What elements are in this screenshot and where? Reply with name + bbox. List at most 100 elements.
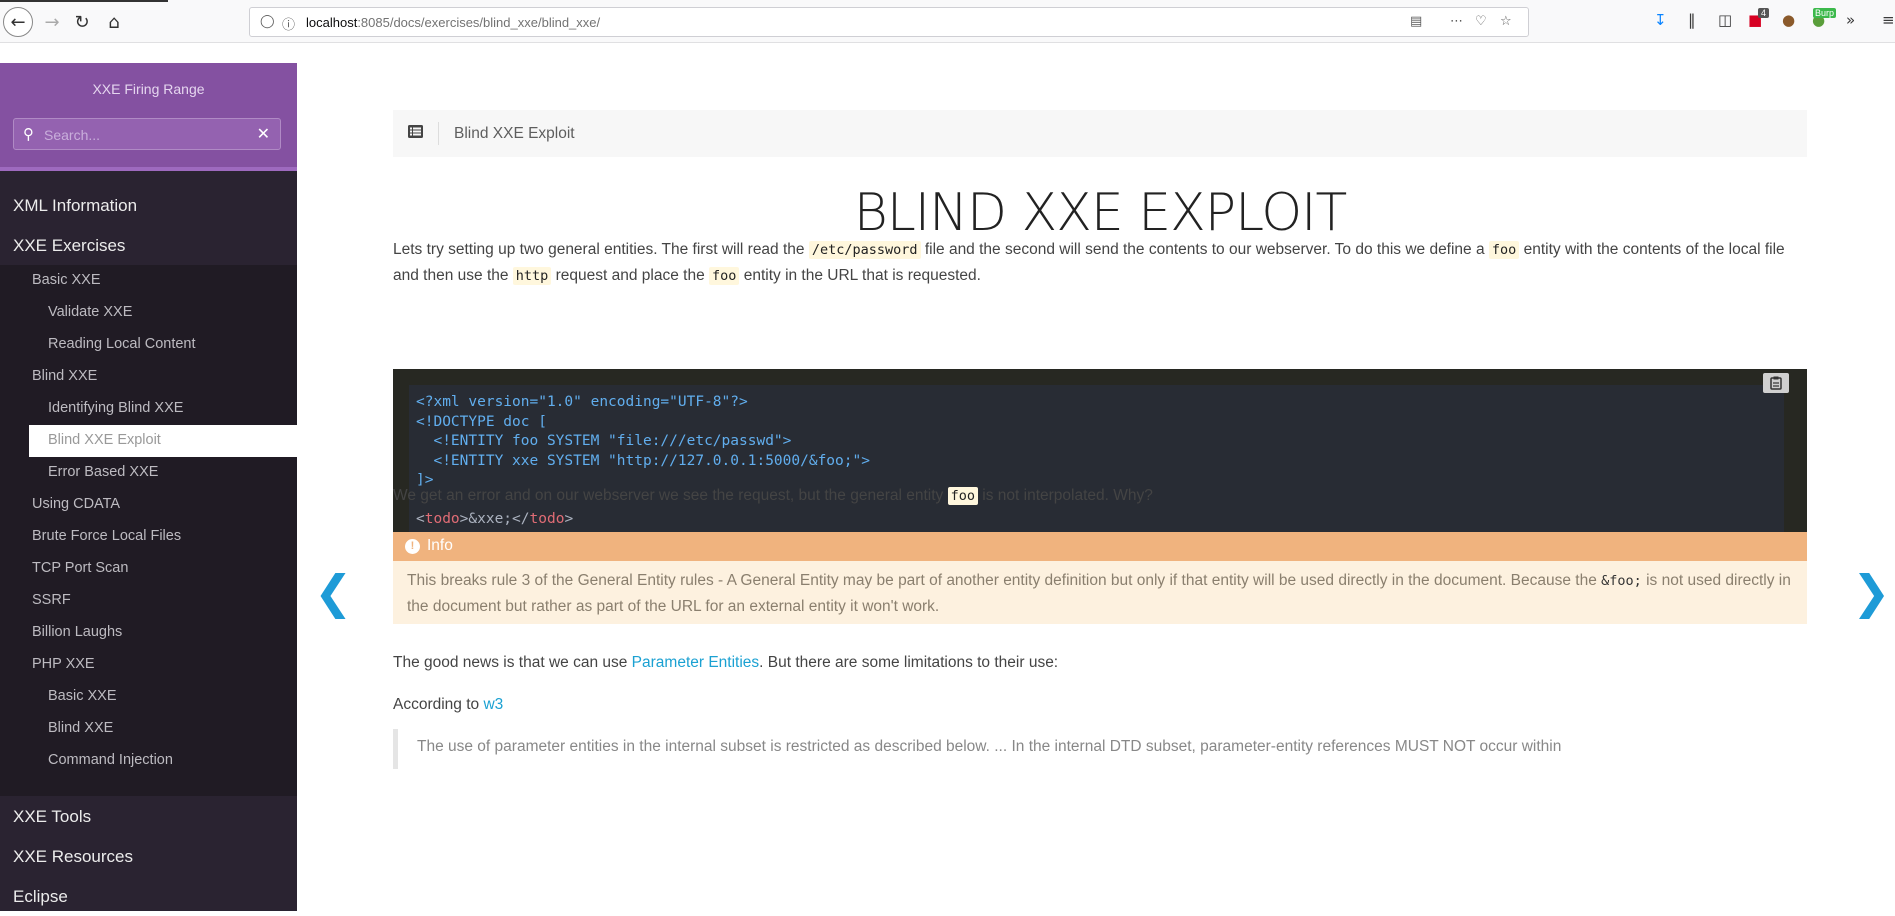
paragraph-according-to: According to w3 [393,692,1807,717]
sidebar-item-blind-xxe[interactable]: Blind XXE [0,361,297,393]
back-icon[interactable]: ← [3,7,33,37]
overflow-menu-icon[interactable]: » [1846,11,1855,29]
url-path: :8085/docs/exercises/blind_xxe/blind_xxe… [357,15,601,30]
sidebar-item-billion-laughs[interactable]: Billion Laughs [0,617,297,649]
info-notice-header: ! Info [393,532,1807,561]
divider [438,122,439,145]
parameter-entities-link[interactable]: Parameter Entities [632,654,760,671]
blockquote: The use of parameter entities in the int… [393,729,1807,769]
sidebar-item-identifying-blind-xxe[interactable]: Identifying Blind XXE [0,393,297,425]
hamburger-menu-icon[interactable]: ≡ [1882,11,1895,29]
text: request and place the [551,267,710,284]
sidebar-item-php-xxe[interactable]: PHP XXE [0,649,297,681]
sidebar-item-validate-xxe[interactable]: Validate XXE [0,297,297,329]
copy-code-button[interactable] [1763,373,1789,393]
search-icon: ⚲ [23,125,34,143]
sidebar-item-ssrf[interactable]: SSRF [0,585,297,617]
inline-code: foo [1488,241,1520,259]
paragraph-good-news: The good news is that we can use Paramet… [393,650,1807,675]
info-icon[interactable]: ⓘ [282,14,295,33]
page-title: BLIND XXE EXPLOIT [853,183,1347,243]
inline-code: foo [709,267,740,285]
code-content[interactable]: <?xml version="1.0" encoding="UTF-8"?> <… [409,385,1784,535]
sidebar-item-basic-xxe[interactable]: Basic XXE [0,265,297,297]
inline-code: /etc/password [808,241,921,259]
table-of-contents-icon[interactable] [408,125,423,138]
sidebar-item-php-blind-xxe[interactable]: Blind XXE [0,713,297,745]
top-bar: Blind XXE Exploit [393,110,1807,157]
url-text[interactable]: localhost:8085/docs/exercises/blind_xxe/… [306,15,600,30]
previous-page-arrow[interactable]: ❮ [314,565,353,619]
text: This breaks rule 3 of the General Entity… [407,572,1602,589]
nav-section-xxe-tools[interactable]: XXE Tools [0,796,297,836]
w3-link[interactable]: w3 [483,696,503,713]
inline-code: http [512,267,552,285]
sidebar-item-command-injection[interactable]: Command Injection [0,745,297,777]
code-tag: todo [529,511,565,527]
code-line: <!ENTITY xxe SYSTEM "http://127.0.0.1:50… [416,452,870,469]
text: file and the second will send the conten… [920,241,1489,258]
text: According to [393,696,484,713]
sidebar-item-blind-xxe-exploit[interactable]: Blind XXE Exploit [29,425,297,457]
code-line: <!ENTITY foo SYSTEM "file:///etc/passwd"… [416,433,792,449]
text: We get an error and on our webserver we … [393,487,948,504]
nav-section-xxe-exercises[interactable]: XXE Exercises [0,225,297,265]
url-host: localhost [306,15,358,30]
reload-icon[interactable]: ↻ [68,8,96,36]
clipboard-icon [1770,376,1782,390]
main-content: Blind XXE Exploit BLIND XXE EXPLOIT Lets… [297,63,1895,911]
page-actions-icon[interactable]: ⋯ [1450,14,1463,29]
active-tab-indicator [0,0,168,2]
info-heading: Info [427,537,453,554]
text: Lets try setting up two general entities… [393,241,809,258]
breadcrumb: Blind XXE Exploit [454,125,575,142]
inline-code: foo [947,487,978,505]
nav-section-xxe-resources[interactable]: XXE Resources [0,836,297,876]
clear-icon[interactable]: ✕ [257,124,270,143]
code-punct: > [564,511,574,527]
sidebar-item-using-cdata[interactable]: Using CDATA [0,489,297,521]
code-punct: < [416,511,425,527]
pocket-icon[interactable]: ♡ [1475,14,1487,29]
sidebar-header: XXE Firing Range ⚲ Search... ✕ [0,63,297,171]
text: entity in the URL that is requested. [739,267,981,284]
paragraph-intro: Lets try setting up two general entities… [393,237,1807,289]
code-line: <?xml version="1.0" encoding="UTF-8"?> [416,394,748,410]
nav-section-xml-information[interactable]: XML Information [0,185,297,225]
library-icon[interactable]: ‖ [1688,11,1696,29]
text: The good news is that we can use [393,654,632,671]
code-tag: todo [424,511,460,527]
sidebar-item-brute-force-local-files[interactable]: Brute Force Local Files [0,521,297,553]
site-title[interactable]: XXE Firing Range [0,81,297,97]
sidebar-item-error-based-xxe[interactable]: Error Based XXE [0,457,297,489]
sidebar-item-php-basic-xxe[interactable]: Basic XXE [0,681,297,713]
burp-badge: Burp [1813,8,1837,18]
url-bar[interactable]: ◯ ⓘ localhost:8085/docs/exercises/blind_… [249,7,1529,37]
code-line: <!DOCTYPE doc [ [416,413,547,430]
text: . But there are some limitations to thei… [759,654,1059,671]
sidebar-item-tcp-port-scan[interactable]: TCP Port Scan [0,553,297,585]
forward-icon[interactable]: → [38,8,66,36]
cookie-icon[interactable]: ● [1782,11,1795,29]
sidebar: XXE Firing Range ⚲ Search... ✕ XML Infor… [0,63,297,911]
sidebar-item-reading-local-content[interactable]: Reading Local Content [0,329,297,361]
next-page-arrow[interactable]: ❯ [1852,565,1891,619]
text: is not interpolated. Why? [978,487,1153,504]
search-placeholder: Search... [44,127,101,143]
home-icon[interactable]: ⌂ [100,8,128,36]
browser-toolbar: ← → ↻ ⌂ ◯ ⓘ localhost:8085/docs/exercise… [0,0,1895,43]
code-text: &xxe; [468,511,513,527]
downloads-icon[interactable]: ↧ [1654,11,1667,29]
search-input[interactable]: ⚲ Search... ✕ [13,118,281,150]
shield-icon[interactable]: ◯ [260,14,275,29]
code-punct: </ [512,511,530,527]
paragraph-error: We get an error and on our webserver we … [393,483,1807,509]
nav-section-eclipse[interactable]: Eclipse [0,876,297,916]
info-notice: ! Info This breaks rule 3 of the General… [393,532,1807,624]
sidebar-toggle-icon[interactable]: ◫ [1718,11,1732,29]
inline-code: &foo; [1601,573,1642,589]
info-notice-body: This breaks rule 3 of the General Entity… [407,568,1797,620]
bookmark-star-icon[interactable]: ☆ [1500,14,1512,29]
exclamation-icon: ! [405,539,420,554]
reader-view-icon[interactable]: ▤ [1410,14,1422,29]
